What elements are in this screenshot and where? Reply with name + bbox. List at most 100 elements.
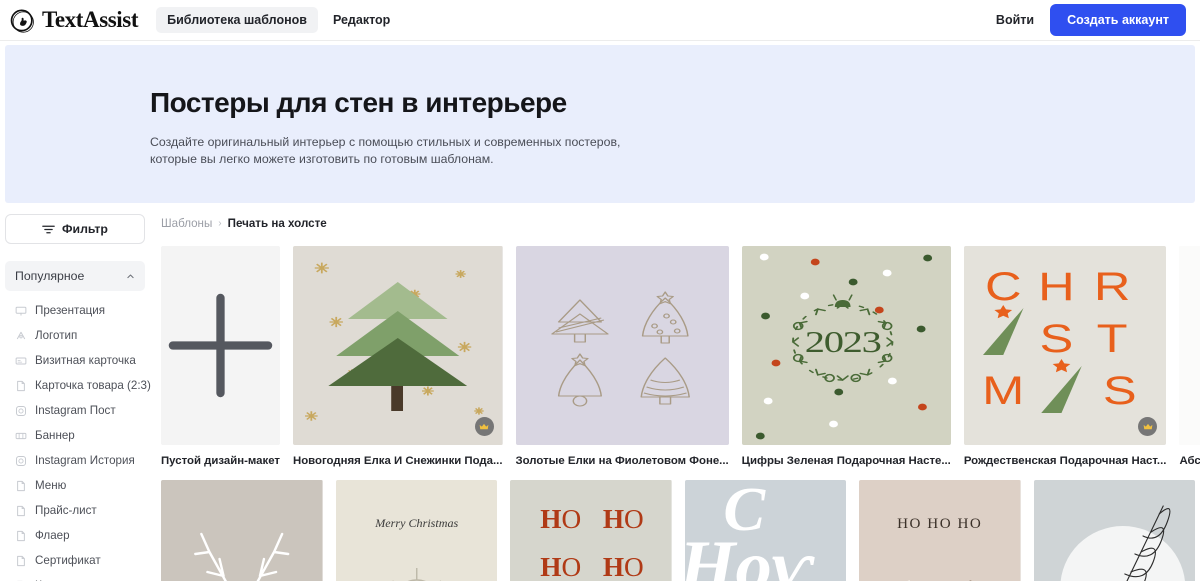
gold-trees-violet-art — [515, 246, 729, 445]
business-card-icon — [15, 357, 27, 364]
template-card-tree-snowflakes[interactable]: Новогодняя Елка И Снежинки Пода... — [292, 246, 503, 467]
template-card-wreath-2023[interactable]: 2023 Цифры Зеленая Подарочная Насте... — [741, 246, 951, 467]
template-card-antlers[interactable] — [161, 480, 323, 581]
sidebar-item-label: Instagram История — [35, 454, 135, 467]
template-grid-row-1: Пустой дизайн-макет Новогодняя Елка И Сн… — [161, 246, 1200, 467]
template-thumbnail[interactable]: HO HO HO HO HO HO HO HO — [510, 480, 672, 581]
template-card-russian-script[interactable]: С Ноѵ г — [684, 480, 846, 581]
russian-script-art: С Ноѵ г — [684, 480, 846, 581]
sidebar-item-logo[interactable]: Логотип — [5, 323, 145, 348]
filter-icon — [42, 225, 55, 233]
sidebar-group-popular[interactable]: Популярное — [5, 261, 145, 291]
template-card-ho-ho-grid[interactable]: HO HO HO HO HO HO HO HO — [510, 480, 672, 581]
sidebar-item-instagram-story[interactable]: Instagram История — [5, 448, 145, 473]
sidebar-item-label: Прайс-лист — [35, 504, 97, 517]
hero-banner: Постеры для стен в интерьере Создайте ор… — [5, 45, 1195, 203]
brand[interactable]: TextAssist — [10, 7, 139, 33]
logo-icon — [16, 331, 26, 339]
sidebar-item-flyer[interactable]: Флаер — [5, 523, 145, 548]
filter-button[interactable]: Фильтр — [5, 214, 145, 244]
template-thumbnail[interactable] — [292, 246, 503, 445]
instagram-icon — [16, 405, 26, 416]
antlers-art — [161, 480, 323, 581]
document-icon — [17, 380, 25, 391]
template-title: Рождественская Подарочная Наст... — [963, 455, 1167, 467]
nav-item-template-library[interactable]: Библиотека шаблонов — [156, 7, 318, 33]
template-grid-row-2: Merry Christmas HO HO HO HO С Ноѵ HO HO … — [161, 480, 1195, 581]
sidebar-item-business-card[interactable]: Визитная карточка — [5, 348, 145, 373]
banner-icon — [15, 432, 27, 439]
sidebar-item-price-list[interactable]: Прайс-лист — [5, 498, 145, 523]
breadcrumb: Шаблоны › Печать на холсте — [161, 214, 1195, 233]
svg-text:S: S — [1039, 316, 1073, 361]
template-card-ho-ho-ho-santa[interactable]: HO HO HO — [859, 480, 1021, 581]
sidebar-item-presentation[interactable]: Презентация — [5, 298, 145, 323]
page-subtitle: Создайте оригинальный интерьер с помощью… — [150, 135, 621, 167]
template-card-botanical-leaf[interactable] — [1033, 480, 1195, 581]
christmas-letters-art: CHR ST MS — [963, 246, 1167, 445]
document-icon — [17, 530, 25, 541]
template-thumbnail[interactable]: Merry Christmas — [335, 480, 497, 581]
template-thumbnail[interactable] — [1033, 480, 1195, 581]
template-title: Новогодняя Елка И Снежинки Пода... — [292, 455, 503, 467]
sidebar-item-label: Визитная карточка — [35, 354, 136, 367]
app-header: TextAssist Библиотека шаблонов Редактор … — [0, 0, 1200, 41]
sidebar-group-label: Популярное — [15, 269, 85, 283]
login-link[interactable]: Войти — [996, 13, 1034, 27]
header-actions: Войти Создать аккаунт — [996, 4, 1186, 36]
filter-button-label: Фильтр — [62, 222, 108, 236]
document-icon — [17, 555, 25, 566]
template-thumbnail[interactable] — [515, 246, 729, 445]
template-thumbnail[interactable]: HO HO HO — [859, 480, 1021, 581]
brand-name: TextAssist — [42, 7, 139, 32]
template-card-gold-trees-violet[interactable]: Золотые Елки на Фиолетовом Фоне... — [515, 246, 729, 467]
sidebar-item-commercial[interactable]: Коммерческое — [5, 573, 145, 581]
svg-text:M: M — [982, 368, 1024, 413]
chevron-up-icon — [127, 274, 134, 278]
main-content: Шаблоны › Печать на холсте Пустой дизайн… — [145, 214, 1200, 581]
ho-ho-ho-santa-art: HO HO HO — [859, 480, 1021, 581]
breadcrumb-separator-icon: › — [218, 218, 222, 229]
svg-text:C: C — [985, 264, 1022, 309]
template-thumbnail[interactable] — [161, 480, 323, 581]
template-thumbnail[interactable]: CHR ST MS — [963, 246, 1167, 445]
sidebar-category-list: Презентация Логотип Визитная карточка Ка… — [5, 298, 151, 581]
sidebar-item-label: Баннер — [35, 429, 75, 442]
template-card-blank[interactable]: Пустой дизайн-макет — [161, 246, 280, 467]
nav-item-editor[interactable]: Редактор — [322, 7, 401, 33]
script-text: Merry Christmas — [374, 516, 458, 530]
crown-icon — [479, 423, 489, 429]
tree-snowflakes-art — [292, 246, 503, 445]
breadcrumb-item-templates[interactable]: Шаблоны — [161, 217, 212, 230]
wreath-2023-art: 2023 — [741, 246, 951, 445]
signup-button[interactable]: Создать аккаунт — [1050, 4, 1186, 36]
template-title: Пустой дизайн-макет — [161, 455, 280, 467]
sidebar-item-banner[interactable]: Баннер — [5, 423, 145, 448]
template-card-merry-christmas-script[interactable]: Merry Christmas — [335, 480, 497, 581]
sidebar-item-label: Карточка товара (2:3) — [35, 379, 151, 392]
sidebar-item-certificate[interactable]: Сертификат — [5, 548, 145, 573]
sidebar-item-label: Меню — [35, 479, 67, 492]
page-title: Постеры для стен в интерьере — [150, 87, 567, 118]
svg-text:T: T — [1097, 316, 1128, 361]
template-card-christmas-letters[interactable]: CHR ST MS Рождественская Подарочная Наст… — [963, 246, 1167, 467]
ho-ho-grid-art: HO HO HO HO HO HO HO HO — [510, 480, 672, 581]
sidebar-item-label: Презентация — [35, 304, 106, 317]
wreath-year-text: 2023 — [804, 325, 880, 359]
template-thumbnail[interactable]: Christmas Green #587540 — [1179, 246, 1200, 445]
svg-text:S: S — [1103, 368, 1137, 413]
christmas-green-swatch-art: Christmas Green #587540 — [1179, 246, 1200, 445]
template-thumbnail[interactable] — [161, 246, 280, 445]
template-thumbnail[interactable]: С Ноѵ г — [684, 480, 846, 581]
ho-ho-ho-text: HO HO HO — [897, 516, 982, 532]
sidebar-item-product-card[interactable]: Карточка товара (2:3) — [5, 373, 151, 398]
sidebar-item-instagram-post[interactable]: Instagram Пост — [5, 398, 145, 423]
document-icon — [17, 505, 25, 516]
template-card-christmas-green-swatch[interactable]: Christmas Green #587540 Абстрактная Зеле… — [1179, 246, 1200, 467]
botanical-leaf-art — [1033, 480, 1195, 581]
template-title: Цифры Зеленая Подарочная Насте... — [741, 455, 951, 467]
template-thumbnail[interactable]: 2023 — [741, 246, 951, 445]
svg-text:HO: HO — [603, 552, 644, 581]
sidebar-item-menu[interactable]: Меню — [5, 473, 145, 498]
template-title: Абстрактная Зеленая Подарочная ... — [1179, 455, 1200, 467]
